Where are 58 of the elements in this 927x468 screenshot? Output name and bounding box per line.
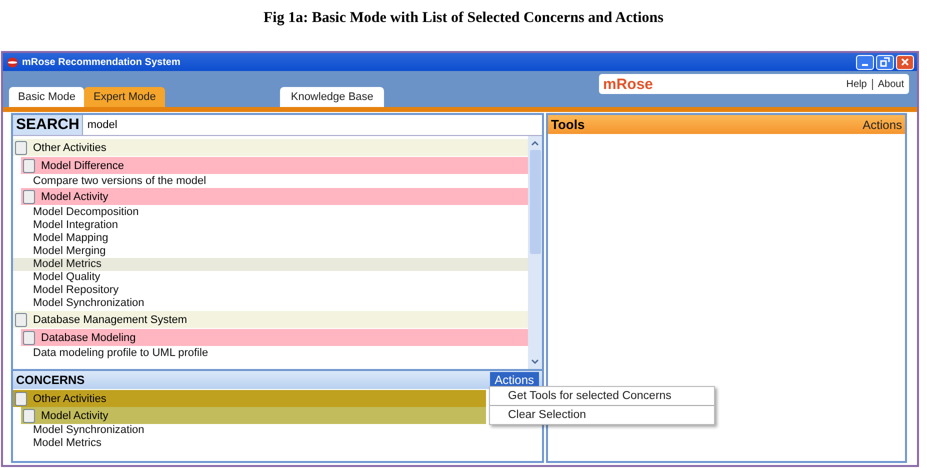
search-label: SEARCH (13, 115, 84, 135)
checkbox[interactable] (23, 330, 35, 344)
tree-item[interactable]: Other Activities (13, 139, 528, 156)
tree-leaf[interactable]: Model Mapping (13, 232, 528, 245)
header-link[interactable]: About (878, 78, 904, 90)
actions-link[interactable]: Actions (862, 118, 902, 132)
tree-leaf[interactable]: Model Decomposition (13, 206, 528, 219)
tree-leaf[interactable]: Model Repository (13, 284, 528, 297)
restore-icon (880, 57, 890, 67)
concern-leaf[interactable]: Model Metrics (13, 437, 486, 450)
tab[interactable]: Expert Mode (84, 87, 165, 107)
tree-item[interactable]: Model Activity (21, 188, 528, 205)
app-icon (7, 56, 18, 68)
tree-leaf[interactable]: Model Metrics (13, 258, 528, 271)
checkbox[interactable] (23, 408, 35, 422)
figure-caption: Fig 1a: Basic Mode with List of Selected Concerns and Actions (262, 9, 664, 28)
tools-title: Tools (551, 117, 585, 132)
menu-item[interactable]: Get Tools for selected Concerns (490, 387, 714, 405)
header-link[interactable]: Help (846, 78, 867, 90)
item-label: Other Activities (33, 392, 106, 404)
tree-item[interactable]: Database Modeling (21, 329, 528, 346)
restore-button[interactable] (876, 54, 894, 70)
checkbox[interactable] (15, 140, 27, 154)
window-title: mRose Recommendation System (22, 56, 180, 68)
item-label: Database Modeling (41, 332, 136, 344)
item-label: Model Difference (41, 160, 124, 172)
scroll-up-icon (530, 138, 540, 148)
checkbox[interactable] (23, 158, 35, 172)
concern-item[interactable]: Model Activity (21, 407, 486, 424)
item-label: Model Activity (41, 190, 108, 202)
item-label: Model Activity (41, 410, 108, 422)
tree-leaf[interactable]: Compare two versions of the model (13, 175, 528, 188)
tree-leaf[interactable]: Model Merging (13, 245, 528, 258)
scrollbar[interactable] (528, 136, 542, 369)
minimize-icon (862, 64, 868, 66)
concern-item[interactable]: Other Activities (13, 390, 486, 407)
tree-leaf[interactable]: Data modeling profile to UML profile (13, 347, 528, 360)
tab[interactable]: Basic Mode (9, 87, 84, 107)
tree-leaf[interactable]: Model Synchronization (13, 297, 528, 310)
close-button[interactable] (896, 54, 914, 70)
close-icon (900, 57, 910, 67)
logo-text: mRose (603, 76, 654, 92)
concerns-title: CONCERNS (15, 373, 85, 387)
item-label: Database Management System (33, 314, 188, 326)
tree-item[interactable]: Model Difference (21, 157, 528, 174)
checkbox[interactable] (15, 312, 27, 326)
checkbox[interactable] (23, 190, 35, 204)
tree-leaf[interactable]: Model Integration (13, 219, 528, 232)
scroll-thumb[interactable] (530, 150, 540, 254)
concern-leaf[interactable]: Model Synchronization (13, 424, 486, 437)
menu-item[interactable]: Clear Selection (490, 405, 714, 424)
tab[interactable]: Knowledge Base (280, 87, 384, 107)
scroll-down-icon (530, 357, 540, 367)
checkbox[interactable] (15, 392, 27, 406)
item-label: Other Activities (33, 142, 106, 154)
minimize-button[interactable] (856, 54, 874, 70)
tree-leaf[interactable]: Model Quality (13, 271, 528, 284)
tree-item[interactable]: Database Management System (13, 311, 528, 328)
